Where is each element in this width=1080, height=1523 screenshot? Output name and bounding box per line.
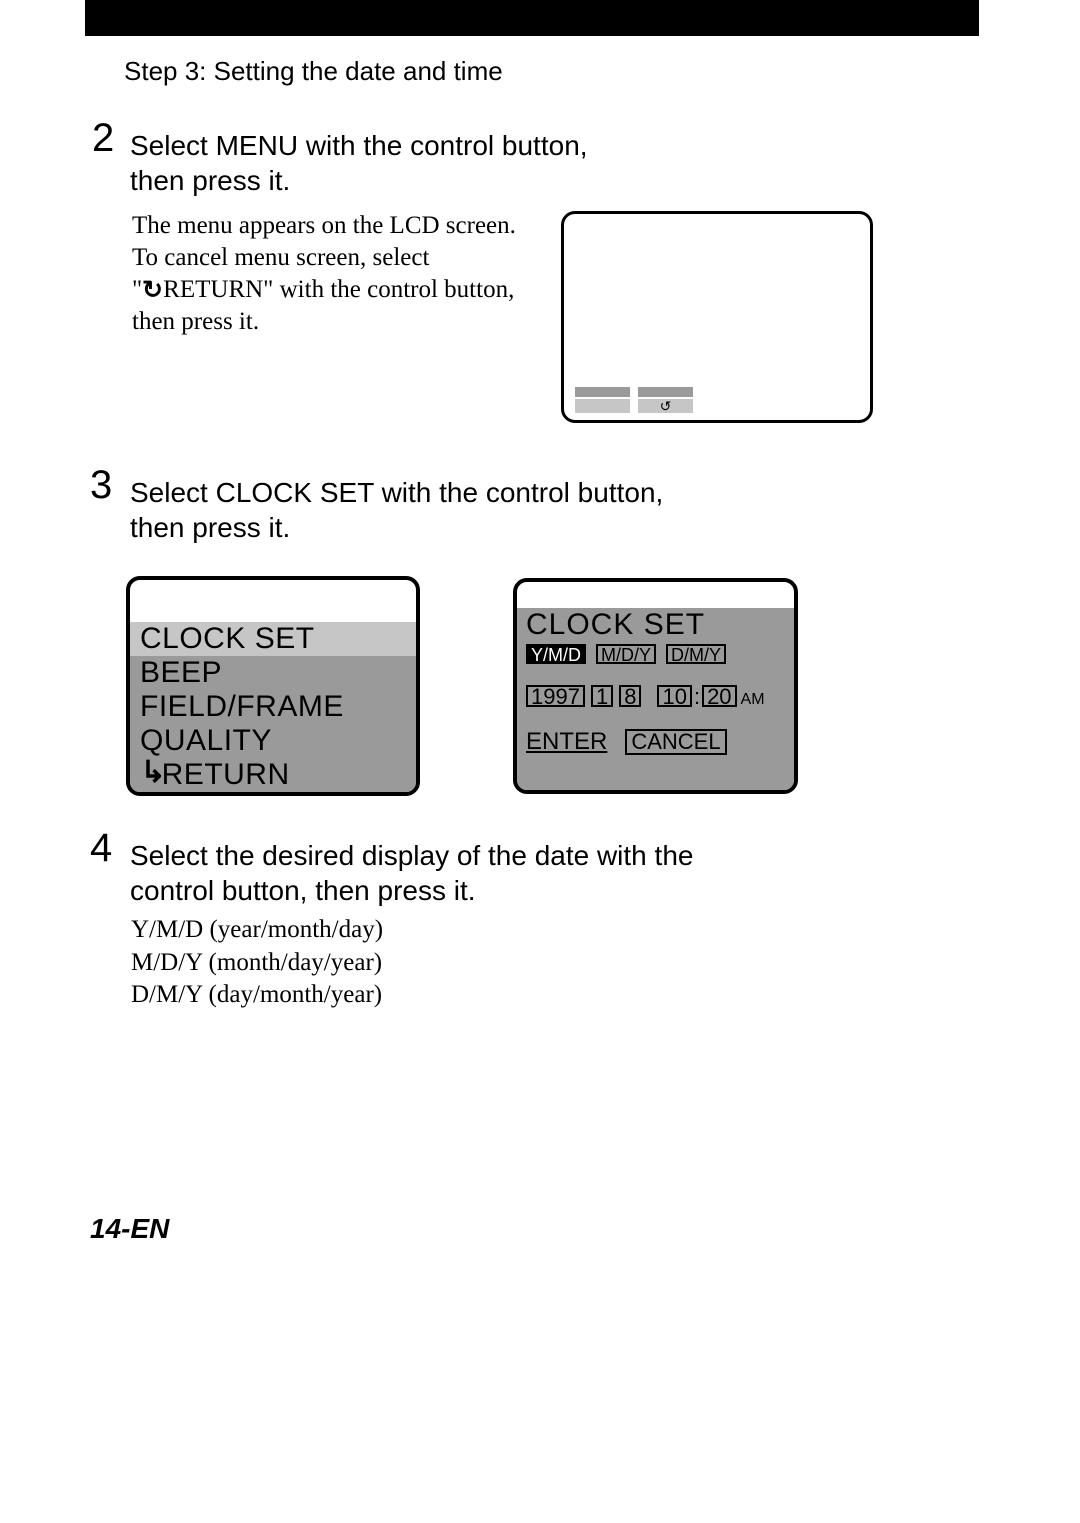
page-number: 14-EN: [90, 1213, 169, 1245]
format-line-mdy: M/D/Y (month/day/year): [131, 949, 382, 976]
time-colon: :: [694, 684, 700, 710]
day-field[interactable]: 8: [619, 685, 641, 707]
minute-field[interactable]: 20: [702, 685, 736, 707]
hour-field[interactable]: 10: [657, 685, 691, 707]
return-icon: ↺: [142, 275, 163, 307]
menu-item-label: FIELD/FRAME: [140, 690, 344, 723]
format-line-ymd: Y/M/D (year/month/day): [131, 916, 383, 943]
step-2-body-line1: The menu appears on the LCD screen.: [132, 212, 516, 239]
menu-item-label: RETURN: [162, 758, 290, 791]
cancel-button[interactable]: CANCEL: [625, 729, 726, 755]
step-3-instruction: Select CLOCK SET with the control button…: [130, 475, 690, 545]
page-step-title: Step 3: Setting the date and time: [124, 56, 503, 87]
step-number-2: 2: [92, 116, 114, 161]
menu-item-clock-set[interactable]: CLOCK SET: [130, 622, 416, 656]
step-number-4: 4: [90, 826, 112, 871]
menu-item-quality[interactable]: QUALITY: [130, 724, 416, 758]
clock-set-screen: CLOCK SET Y/M/D M/D/Y D/M/Y 1997 1 8 10:…: [513, 578, 798, 794]
menu-item-return[interactable]: ↲RETURN: [130, 758, 416, 792]
enter-button[interactable]: ENTER: [526, 728, 607, 756]
step-2-body-quote: ": [132, 276, 142, 303]
menu-item-field-frame[interactable]: FIELD/FRAME: [130, 690, 416, 724]
format-ymd[interactable]: Y/M/D: [526, 644, 586, 664]
menu-item-label: CLOCK SET: [140, 622, 315, 655]
date-format-row: Y/M/D M/D/Y D/M/Y: [526, 644, 785, 664]
clock-button-row: ENTER CANCEL: [526, 728, 785, 756]
ampm-label: AM: [741, 691, 765, 709]
lcd-diagram-step2: ↺: [561, 211, 873, 423]
date-time-row: 1997 1 8 10: 20 AM: [526, 684, 785, 710]
menu-item-beep[interactable]: BEEP: [130, 656, 416, 690]
month-field[interactable]: 1: [591, 685, 613, 707]
return-icon: ↲: [140, 756, 166, 790]
menu-list: CLOCK SET BEEP FIELD/FRAME QUALITY ↲RETU…: [130, 622, 416, 792]
lcd-toolbar-button-2: ↺: [638, 387, 693, 413]
step-2-body-line2: To cancel menu screen, select: [132, 244, 429, 271]
clock-set-title: CLOCK SET: [526, 610, 785, 640]
step-4-body: Y/M/D (year/month/day) M/D/Y (month/day/…: [131, 914, 631, 1012]
step-2-body-line3: RETURN" with the control button, then pr…: [132, 276, 514, 335]
step-2-body: The menu appears on the LCD screen. To c…: [132, 210, 532, 338]
format-line-dmy: D/M/Y (day/month/year): [131, 981, 382, 1008]
menu-screen: CLOCK SET BEEP FIELD/FRAME QUALITY ↲RETU…: [126, 576, 420, 796]
lcd-toolbar-button-1: [575, 387, 630, 413]
year-field[interactable]: 1997: [526, 685, 585, 707]
top-black-bar: [85, 0, 979, 36]
menu-item-label: QUALITY: [140, 724, 272, 757]
lcd-toolbar: ↺: [575, 387, 693, 413]
return-icon: ↺: [638, 399, 693, 414]
step-2-instruction: Select MENU with the control button, the…: [130, 128, 610, 198]
format-mdy[interactable]: M/D/Y: [596, 644, 656, 664]
format-dmy[interactable]: D/M/Y: [666, 644, 726, 664]
menu-item-label: BEEP: [140, 656, 222, 689]
step-4-instruction: Select the desired display of the date w…: [130, 838, 750, 908]
step-number-3: 3: [90, 463, 112, 508]
